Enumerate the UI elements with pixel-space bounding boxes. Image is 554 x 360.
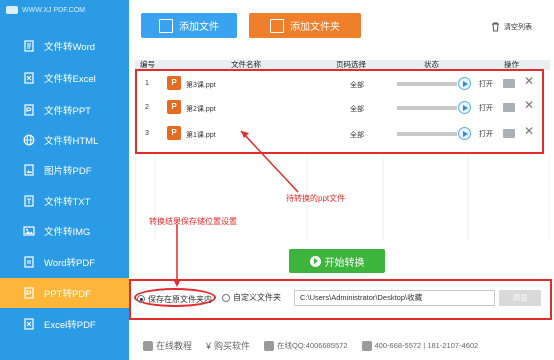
logo: WWW.XJ PDF.COM xyxy=(0,0,129,20)
buy-link[interactable]: ¥ 购买软件 xyxy=(206,339,250,352)
clear-list-label: 清空列表 xyxy=(504,24,532,31)
browse-button[interactable]: 浏览 xyxy=(499,290,541,306)
book-icon xyxy=(143,340,153,351)
play-circle-icon xyxy=(309,255,321,267)
start-convert-button[interactable]: 开始转换 xyxy=(289,249,385,273)
sidebar-item-label: 图片转PDF xyxy=(44,166,92,177)
add-folder-button[interactable]: 添加文件夹 xyxy=(249,13,361,38)
sidebar-item-label: Excel转PDF xyxy=(44,320,96,331)
add-file-label: 添加文件 xyxy=(179,22,219,33)
phone-info: 400-668-5572 | 181-2107-4602 xyxy=(361,340,479,351)
online-tutorial-link[interactable]: 在线教程 xyxy=(143,339,192,352)
online-tutorial-label: 在线教程 xyxy=(156,341,193,351)
output-path-input[interactable]: C:\Users\Administrator\Desktop\收藏 xyxy=(294,290,495,306)
sidebar-item-word[interactable]: 文件转Word xyxy=(0,31,129,61)
add-file-icon xyxy=(159,18,173,33)
sidebar-item-label: Word转PDF xyxy=(44,258,96,269)
sidebar-item-label: PPT转PDF xyxy=(44,289,91,300)
start-convert-label: 开始转换 xyxy=(324,257,365,269)
pending-files-annotation: 待转换的ppt文件 xyxy=(286,194,346,203)
img-icon xyxy=(22,224,36,238)
logo-text: WWW.XJ PDF.COM xyxy=(22,6,85,14)
option-custom-folder[interactable]: 自定义文件夹 xyxy=(222,292,281,303)
qq-link[interactable]: 在线QQ:4006685572 xyxy=(264,340,348,351)
qq-label: 在线QQ:4006685572 xyxy=(277,341,348,350)
sidebar-item-html[interactable]: 文件转HTML xyxy=(0,125,129,155)
file-list-highlight xyxy=(135,69,544,154)
option-original-folder[interactable]: 保存在原文件夹内 xyxy=(137,292,212,306)
qq-icon xyxy=(264,340,275,351)
sidebar-item-ppt[interactable]: 文件转PPT xyxy=(0,95,129,125)
radio-original-folder[interactable] xyxy=(137,295,145,303)
footer: 在线教程 ¥ 购买软件 在线QQ:4006685572 400-668-5572… xyxy=(129,331,554,360)
ppt-doc-icon xyxy=(22,103,36,117)
clear-list-button[interactable]: 清空列表 xyxy=(491,22,532,32)
sidebar-item-excel-pdf[interactable]: Excel转PDF xyxy=(0,309,129,339)
save-location-annotation: 转换结果保存储位置设置 xyxy=(149,217,237,226)
option-original-label: 保存在原文件夹内 xyxy=(148,294,212,304)
sidebar: WWW.XJ PDF.COM 文件转Word 文件转Excel 文件转PPT 文… xyxy=(0,0,129,360)
sidebar-item-label: 文件转TXT xyxy=(44,197,91,208)
sidebar-item-img[interactable]: 文件转IMG xyxy=(0,216,129,246)
word-doc-icon xyxy=(22,39,36,53)
sidebar-item-image-pdf[interactable]: 图片转PDF xyxy=(0,155,129,185)
sidebar-item-excel[interactable]: 文件转Excel xyxy=(0,63,129,93)
sidebar-item-label: 文件转PPT xyxy=(44,106,91,117)
trash-icon xyxy=(492,22,499,32)
sidebar-item-label: 文件转Word xyxy=(44,42,96,53)
sidebar-item-label: 文件转HTML xyxy=(44,136,99,147)
phone-icon xyxy=(361,340,372,351)
sidebar-item-ppt-pdf[interactable]: PPT转PDF xyxy=(0,278,129,308)
sidebar-item-txt[interactable]: 文件转TXT xyxy=(0,186,129,216)
phone-label: 400-668-5572 | 181-2107-4602 xyxy=(374,341,479,350)
main-panel: 添加文件 添加文件夹 清空列表 编号 文件名称 页码选择 状态 操作 1 P 第… xyxy=(129,0,554,360)
txt-doc-icon xyxy=(22,194,36,208)
add-folder-icon xyxy=(270,18,284,33)
add-file-button[interactable]: 添加文件 xyxy=(141,13,237,38)
radio-custom-folder[interactable] xyxy=(222,293,230,302)
globe-icon xyxy=(22,133,36,147)
excel-doc-icon xyxy=(22,71,36,85)
buy-label: 购买软件 xyxy=(214,341,251,351)
excel-pdf-icon xyxy=(22,317,36,331)
option-custom-label: 自定义文件夹 xyxy=(233,293,281,302)
yen-icon: ¥ xyxy=(206,340,212,351)
logo-icon xyxy=(6,6,18,14)
word-pdf-icon xyxy=(22,255,36,269)
sidebar-item-word-pdf[interactable]: Word转PDF xyxy=(0,247,129,277)
image-doc-icon xyxy=(22,163,36,177)
sidebar-item-label: 文件转IMG xyxy=(44,227,91,238)
ppt-pdf-icon xyxy=(22,286,36,300)
add-folder-label: 添加文件夹 xyxy=(290,22,340,33)
sidebar-item-label: 文件转Excel xyxy=(44,74,96,85)
